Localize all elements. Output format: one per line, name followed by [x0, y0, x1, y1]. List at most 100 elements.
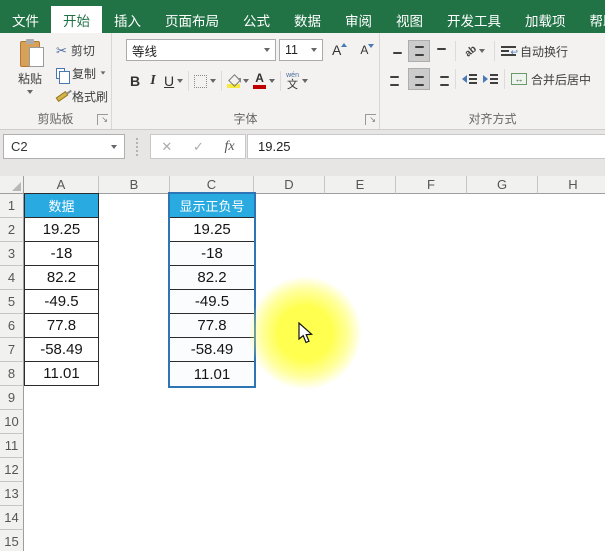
row-header-3[interactable]: 3 — [0, 242, 24, 266]
borders-caret[interactable] — [210, 79, 216, 83]
font-color-swatch — [253, 85, 266, 89]
tab-add-ins[interactable]: 加载项 — [513, 6, 578, 33]
paste-button[interactable]: 粘贴 — [7, 39, 53, 115]
align-left-button[interactable] — [386, 68, 408, 90]
increase-indent-icon — [483, 75, 488, 83]
column-header-B[interactable]: B — [99, 176, 170, 194]
orientation-button[interactable]: ab — [459, 40, 491, 62]
row-header-8[interactable]: 8 — [0, 362, 24, 386]
row-header-15[interactable]: 15 — [0, 530, 24, 551]
paste-dropdown-caret[interactable] — [27, 90, 33, 94]
font-name-value: 等线 — [132, 41, 157, 60]
formula-bar-resize-handle[interactable] — [136, 138, 138, 156]
tab-view[interactable]: 视图 — [384, 6, 435, 33]
fill-color-button[interactable] — [225, 70, 251, 92]
cancel-button[interactable]: ✕ — [161, 139, 172, 155]
formula-input[interactable]: 19.25 — [247, 134, 605, 159]
column-header-E[interactable]: E — [325, 176, 396, 194]
cell-C4[interactable]: 82.2 — [170, 266, 254, 290]
cell-C6[interactable]: 77.8 — [170, 314, 254, 338]
select-all-button[interactable] — [0, 176, 24, 194]
row-header-11[interactable]: 11 — [0, 434, 24, 458]
alignment-group: ab ↩ 自动换行 ↔ 合并后居中 对齐方式 — [380, 33, 605, 129]
tab-help[interactable]: 帮助 — [578, 6, 605, 33]
font-dialog-launcher[interactable]: ↘ — [365, 114, 376, 125]
align-right-button[interactable] — [430, 68, 452, 90]
row-header-12[interactable]: 12 — [0, 458, 24, 482]
cell-A6[interactable]: 77.8 — [24, 313, 99, 338]
row-header-14[interactable]: 14 — [0, 506, 24, 530]
tab-review[interactable]: 审阅 — [333, 6, 384, 33]
grow-font-button[interactable]: A — [328, 40, 351, 60]
row-header-6[interactable]: 6 — [0, 314, 24, 338]
copy-button[interactable]: 复制 — [56, 64, 108, 82]
increase-indent-button[interactable] — [480, 68, 501, 90]
fill-color-caret[interactable] — [243, 79, 249, 83]
align-bottom-button[interactable] — [430, 40, 452, 62]
row-header-10[interactable]: 10 — [0, 410, 24, 434]
cell-C5[interactable]: -49.5 — [170, 290, 254, 314]
cell-A1[interactable]: 数据 — [24, 193, 99, 218]
cell-A5[interactable]: -49.5 — [24, 289, 99, 314]
bold-button[interactable]: B — [126, 70, 144, 92]
underline-button[interactable]: U — [162, 70, 185, 92]
cell-C3[interactable]: -18 — [170, 242, 254, 266]
tab-developer[interactable]: 开发工具 — [435, 6, 513, 33]
align-center-button[interactable] — [408, 68, 430, 90]
cell-A3[interactable]: -18 — [24, 241, 99, 266]
column-header-F[interactable]: F — [396, 176, 467, 194]
column-header-D[interactable]: D — [254, 176, 325, 194]
cut-button[interactable]: ✂ 剪切 — [56, 41, 108, 59]
column-header-G[interactable]: G — [467, 176, 538, 194]
tab-formulas[interactable]: 公式 — [231, 6, 282, 33]
enter-button[interactable]: ✓ — [193, 139, 204, 155]
phonetic-caret[interactable] — [302, 79, 308, 83]
underline-caret[interactable] — [177, 79, 183, 83]
wrap-text-button[interactable]: ↩ 自动换行 — [498, 43, 571, 60]
name-box-caret[interactable] — [111, 145, 117, 149]
font-color-caret[interactable] — [269, 79, 275, 83]
column-header-H[interactable]: H — [538, 176, 605, 194]
clipboard-dialog-launcher[interactable]: ↘ — [97, 114, 108, 125]
row-header-4[interactable]: 4 — [0, 266, 24, 290]
merge-center-button[interactable]: ↔ 合并后居中 — [508, 71, 594, 88]
cell-A8[interactable]: 11.01 — [24, 361, 99, 386]
format-painter-button[interactable]: 格式刷 — [56, 87, 108, 105]
cell-C7[interactable]: -58.49 — [170, 338, 254, 362]
phonetic-button[interactable]: wén文 — [284, 70, 310, 92]
formula-buttons: ✕ ✓ fx — [150, 134, 246, 159]
tab-page-layout[interactable]: 页面布局 — [153, 6, 231, 33]
row-header-9[interactable]: 9 — [0, 386, 24, 410]
row-header-2[interactable]: 2 — [0, 218, 24, 242]
cell-A4[interactable]: 82.2 — [24, 265, 99, 290]
align-top-button[interactable] — [386, 40, 408, 62]
align-middle-button[interactable] — [408, 40, 430, 62]
cell-C2[interactable]: 19.25 — [170, 218, 254, 242]
cell-C1[interactable]: 显示正负号 — [170, 194, 254, 218]
borders-button[interactable] — [192, 70, 218, 92]
phonetic-ruby: wén — [286, 72, 299, 79]
row-header-13[interactable]: 13 — [0, 482, 24, 506]
column-header-A[interactable]: A — [24, 176, 99, 194]
orientation-icon: ab — [462, 43, 478, 59]
tab-insert[interactable]: 插入 — [102, 6, 153, 33]
font-size-select[interactable]: 11 — [279, 39, 323, 61]
alignment-group-label: 对齐方式 — [380, 110, 605, 127]
tab-file[interactable]: 文件 — [0, 6, 51, 33]
cell-A7[interactable]: -58.49 — [24, 337, 99, 362]
cell-C8[interactable]: 11.01 — [170, 362, 254, 386]
name-box[interactable]: C2 — [3, 134, 125, 159]
font-color-button[interactable]: A — [251, 70, 277, 92]
tab-data[interactable]: 数据 — [282, 6, 333, 33]
copy-dropdown-caret[interactable] — [101, 71, 106, 74]
row-header-7[interactable]: 7 — [0, 338, 24, 362]
row-header-5[interactable]: 5 — [0, 290, 24, 314]
shrink-font-button[interactable]: A — [356, 41, 378, 59]
font-name-select[interactable]: 等线 — [126, 39, 276, 61]
tab-home[interactable]: 开始 — [51, 6, 102, 33]
decrease-indent-button[interactable] — [459, 68, 480, 90]
cell-A2[interactable]: 19.25 — [24, 217, 99, 242]
row-header-1[interactable]: 1 — [0, 194, 24, 218]
italic-button[interactable]: I — [144, 70, 162, 92]
insert-function-button[interactable]: fx — [225, 139, 235, 155]
